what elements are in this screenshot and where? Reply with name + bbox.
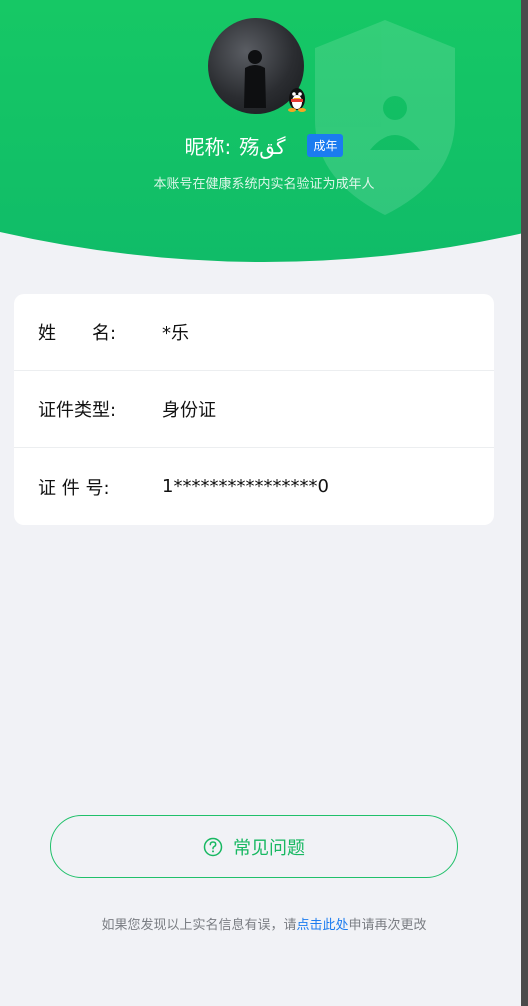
id-number-value: 1****************0	[162, 476, 329, 497]
faq-button-label: 常见问题	[233, 837, 305, 859]
footer-prefix: 如果您发现以上实名信息有误，请	[101, 918, 297, 933]
header-banner: 昵称: 殇گق 成年 本账号在健康系统内实名验证为成年人	[0, 0, 528, 290]
nickname-label: 昵称:	[184, 134, 232, 159]
click-here-link[interactable]: 点击此处	[296, 918, 348, 933]
id-number-row: 证 件 号: 1****************0	[14, 448, 494, 525]
name-row: 姓 名: *乐	[14, 294, 494, 371]
scrollbar[interactable]	[521, 0, 528, 1006]
footer-suffix: 申请再次更改	[348, 918, 427, 933]
footer-note: 如果您发现以上实名信息有误，请点击此处申请再次更改	[0, 914, 528, 933]
adult-status-badge: 成年	[307, 133, 344, 157]
nickname-row: 昵称: 殇گق 成年	[0, 130, 528, 160]
avatar-figure-icon	[244, 50, 266, 108]
id-type-value: 身份证	[162, 400, 216, 421]
id-number-label: 证 件 号:	[38, 477, 110, 499]
identity-info-card: 姓 名: *乐 证件类型: 身份证 证 件 号: 1**************…	[14, 294, 494, 525]
name-value: *乐	[162, 323, 189, 344]
id-type-label: 证件类型:	[38, 400, 117, 421]
faq-button[interactable]: 常见问题	[50, 815, 458, 878]
nickname-value: 殇گق	[239, 134, 286, 159]
qq-penguin-icon	[288, 88, 306, 112]
verification-subtitle: 本账号在健康系统内实名验证为成年人	[153, 177, 375, 192]
id-type-row: 证件类型: 身份证	[14, 371, 494, 448]
name-label: 姓 名:	[38, 323, 117, 344]
question-circle-icon	[203, 837, 223, 856]
